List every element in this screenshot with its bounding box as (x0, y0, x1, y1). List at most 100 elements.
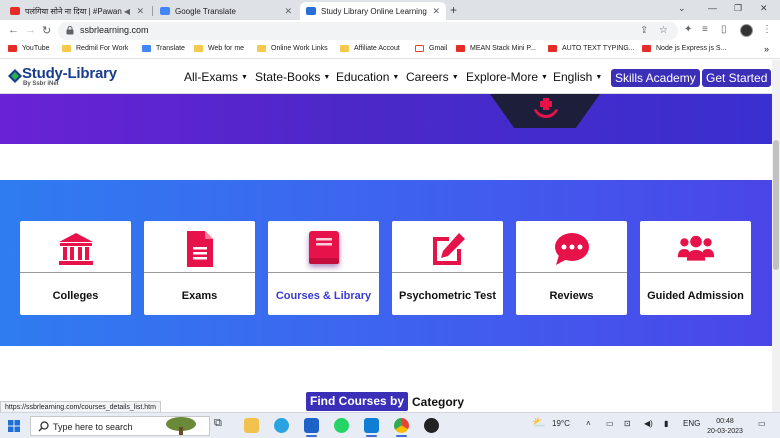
volume-icon[interactable]: ◀︎) (644, 419, 653, 428)
whatsapp-icon[interactable] (334, 418, 349, 433)
vscode-icon[interactable] (364, 418, 379, 437)
close-tab-icon[interactable]: ✕ (284, 6, 292, 17)
close-tab-icon[interactable]: ✕ (136, 6, 144, 17)
side-panel-icon[interactable]: ▯ (721, 24, 727, 35)
weather-icon[interactable]: ⛅ (532, 416, 546, 429)
nav-all-exams[interactable]: All-Exams ▼ (184, 70, 248, 84)
nav-state-books[interactable]: State-Books ▼ (255, 70, 330, 84)
caret-down-icon: ▼ (595, 74, 603, 81)
windows-taskbar: Type here to search ⧉ ⛅ 19°C ˄ ▭ ⊡ ◀︎) ▮… (0, 412, 780, 438)
address-bar[interactable]: ssbrlearning.com ⇪ ☆ (58, 22, 678, 40)
minimize-icon[interactable]: — (708, 3, 717, 13)
forward-icon[interactable]: → (25, 24, 36, 36)
media-control-icon[interactable]: ≡ (702, 24, 708, 35)
outlook-icon[interactable] (304, 418, 319, 437)
close-window-icon[interactable]: ✕ (760, 3, 768, 14)
share-icon[interactable]: ⇪ (640, 25, 648, 36)
logo-icon[interactable] (8, 69, 22, 83)
nav-english[interactable]: English ▼ (553, 70, 602, 84)
extensions-icon[interactable]: ✦ (684, 24, 692, 35)
find-courses-heading-rest: Category (412, 395, 465, 409)
book-icon (305, 231, 343, 267)
bookmark-star-icon[interactable]: ☆ (659, 25, 668, 36)
weather-temperature[interactable]: 19°C (552, 419, 570, 428)
category-card-exams[interactable]: Exams (144, 221, 255, 315)
bookmark-item[interactable]: Node js Express js S... (642, 45, 726, 52)
tab-search-icon[interactable]: ⌄ (678, 3, 686, 14)
caret-down-icon: ▼ (323, 74, 331, 81)
telegram-icon[interactable] (274, 418, 289, 433)
bookmark-label: AUTO TEXT TYPING... (562, 45, 635, 52)
category-label[interactable]: Courses & Library (268, 290, 379, 302)
tab-youtube[interactable]: पलंगिया सोने ना दिया | #Pawan ◀︎ ✕ (4, 2, 150, 20)
nav-careers[interactable]: Careers ▼ (406, 70, 459, 84)
study-library-favicon-icon (306, 7, 316, 15)
file-explorer-icon[interactable] (244, 418, 259, 433)
search-placeholder: Type here to search (53, 422, 133, 432)
taskbar-clock[interactable]: 00:48 20-03-2023 (700, 417, 750, 437)
speaker-icon[interactable]: ◀︎ (124, 7, 130, 16)
category-card-courses-library[interactable]: Courses & Library (268, 221, 379, 315)
battery-level-icon[interactable]: ▮ (664, 419, 668, 428)
scrollbar-thumb[interactable] (773, 140, 779, 270)
lock-icon[interactable] (66, 26, 74, 35)
nav-explore-more[interactable]: Explore-More ▼ (466, 70, 548, 84)
site-logo[interactable]: Study-Library (22, 65, 117, 82)
bookmark-item[interactable]: Affiliate Accout (340, 45, 400, 52)
category-label[interactable]: Guided Admission (640, 290, 751, 302)
category-label[interactable]: Psychometric Test (392, 290, 503, 302)
clock-date: 20-03-2023 (707, 428, 743, 435)
skills-academy-button[interactable]: Skills Academy (611, 69, 700, 87)
category-card-reviews[interactable]: Reviews (516, 221, 627, 315)
taskbar-search-box[interactable]: Type here to search (30, 416, 210, 436)
folder-icon (257, 45, 266, 52)
bookmark-item[interactable]: Gmail (415, 45, 447, 52)
category-card-colleges[interactable]: Colleges (20, 221, 131, 315)
bookmark-label: Redmil For Work (76, 45, 129, 52)
url-text[interactable]: ssbrlearning.com (80, 25, 149, 35)
chrome-icon[interactable] (394, 418, 409, 437)
maximize-icon[interactable]: ❐ (734, 3, 742, 14)
nav-education[interactable]: Education ▼ (336, 70, 399, 84)
tab-title: पलंगिया सोने ना दिया | #Pawan (25, 6, 122, 16)
close-tab-icon[interactable]: ✕ (432, 6, 440, 17)
back-icon[interactable]: ← (8, 24, 19, 36)
bookmark-item[interactable]: Redmil For Work (62, 45, 128, 52)
category-card-psychometric-test[interactable]: Psychometric Test (392, 221, 503, 315)
github-icon[interactable] (424, 418, 439, 433)
tray-chevron-up-icon[interactable]: ˄ (586, 419, 591, 428)
bookmark-item[interactable]: Online Work Links (257, 45, 328, 52)
bookmark-item[interactable]: AUTO TEXT TYPING... (548, 45, 635, 52)
bookmark-label: Gmail (429, 45, 448, 52)
profile-avatar[interactable] (740, 24, 753, 37)
menu-icon[interactable]: ⋮ (762, 24, 772, 35)
bookmark-item[interactable]: MEAN Stack Mini P... (456, 45, 536, 52)
notifications-icon[interactable]: ▭ (758, 419, 766, 428)
youtube-icon (8, 45, 17, 52)
get-started-button[interactable]: Get Started (702, 69, 772, 87)
bookmark-item[interactable]: Web for me (194, 45, 244, 52)
tab-study-library[interactable]: Study Library Online Learning ✕ (300, 2, 446, 20)
nav-label: State-Books (255, 70, 321, 84)
bookmark-item[interactable]: Translate (142, 45, 185, 52)
category-label[interactable]: Reviews (516, 290, 627, 302)
gmail-icon (415, 45, 424, 52)
language-indicator[interactable]: ENG (683, 419, 700, 428)
category-label[interactable]: Exams (144, 290, 255, 302)
new-tab-icon[interactable]: + (450, 3, 457, 17)
folder-icon (340, 45, 349, 52)
battery-icon[interactable]: ▭ (606, 419, 614, 428)
category-card-guided-admission[interactable]: Guided Admission (640, 221, 751, 315)
bookmark-item[interactable]: YouTube (8, 45, 50, 52)
category-label[interactable]: Colleges (20, 290, 131, 302)
youtube-icon (456, 45, 465, 52)
reload-icon[interactable]: ↻ (42, 24, 51, 37)
network-icon[interactable]: ⊡ (624, 419, 631, 428)
folder-icon (62, 45, 71, 52)
task-view-icon[interactable]: ⧉ (214, 417, 229, 432)
tab-google-translate[interactable]: Google Translate ✕ (154, 2, 298, 20)
more-bookmarks-icon[interactable]: » (764, 44, 769, 54)
windows-start-icon[interactable] (8, 420, 20, 432)
nav-label: Explore-More (466, 70, 539, 84)
search-highlight-tree-icon (166, 417, 196, 435)
